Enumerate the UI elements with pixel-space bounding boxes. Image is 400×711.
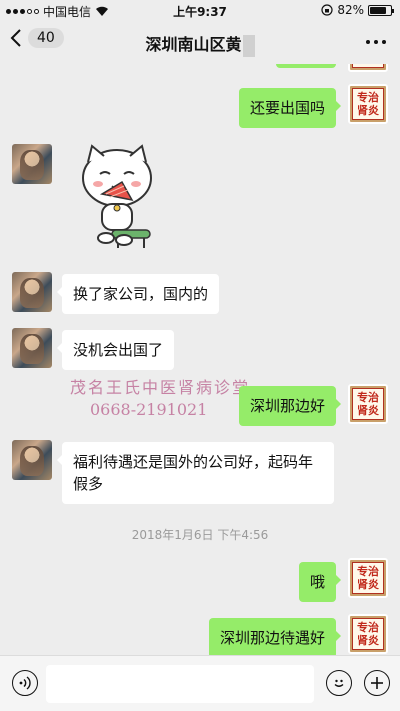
battery-fill [370, 6, 387, 14]
voice-button[interactable] [12, 670, 38, 696]
emoji-icon [334, 679, 344, 687]
contact-avatar[interactable] [12, 272, 52, 312]
sender-avatar[interactable]: 专治肾炎 [348, 614, 388, 654]
emoji-button[interactable] [326, 670, 352, 696]
title-redaction [242, 34, 255, 57]
input-bar [0, 655, 400, 711]
status-bar: 中国电信 上午9:37 82% [0, 0, 400, 20]
message-list[interactable]: 专治肾炎 还要出国吗 专治肾炎 换了家公司，国内的 没机会出国了 茂名王氏中医肾… [0, 64, 400, 655]
plus-button[interactable] [364, 670, 390, 696]
message-timestamp: 2018年1月6日 下午4:56 [131, 528, 269, 542]
message-bubble[interactable]: 福利待遇还是国外的公司好，起码年假多 [57, 442, 334, 504]
rotation-lock-icon [321, 4, 333, 16]
sender-avatar[interactable]: 专治肾炎 [348, 558, 388, 598]
message-input[interactable] [46, 665, 314, 703]
sender-avatar[interactable]: 专治肾炎 [348, 384, 388, 424]
watermark-phone: 0668-2191021 [90, 400, 208, 419]
voice-icon [19, 676, 31, 690]
watermark-clinic-name: 茂名王氏中医肾病诊堂 [70, 378, 251, 397]
status-right: 82% [321, 3, 394, 17]
chat-header: 40 深圳南山区黄 [0, 20, 400, 64]
battery-percent: 82% [337, 3, 364, 17]
message-bubble[interactable]: 还要出国吗 [238, 88, 342, 128]
message-bubble[interactable]: 没机会出国了 [56, 330, 175, 370]
more-options-button[interactable] [366, 40, 386, 44]
contact-avatar[interactable] [12, 328, 52, 368]
sender-avatar[interactable]: 专治肾炎 [348, 84, 388, 124]
cat-fan-sticker[interactable] [72, 142, 162, 252]
plus-icon [371, 677, 383, 689]
chat-title: 深圳南山区黄 [0, 31, 400, 57]
chat-title-text: 深圳南山区黄 [145, 35, 242, 54]
message-bubble-partial[interactable] [276, 64, 336, 68]
message-bubble[interactable]: 深圳那边好 [238, 386, 342, 426]
battery-icon [368, 4, 394, 16]
message-bubble[interactable]: 深圳那边待遇好 [208, 618, 342, 655]
message-bubble[interactable]: 换了家公司，国内的 [56, 274, 220, 314]
contact-avatar[interactable] [12, 144, 52, 184]
message-bubble[interactable]: 哦 [298, 562, 342, 602]
sender-avatar[interactable]: 专治肾炎 [348, 64, 388, 72]
contact-avatar[interactable] [12, 440, 52, 480]
